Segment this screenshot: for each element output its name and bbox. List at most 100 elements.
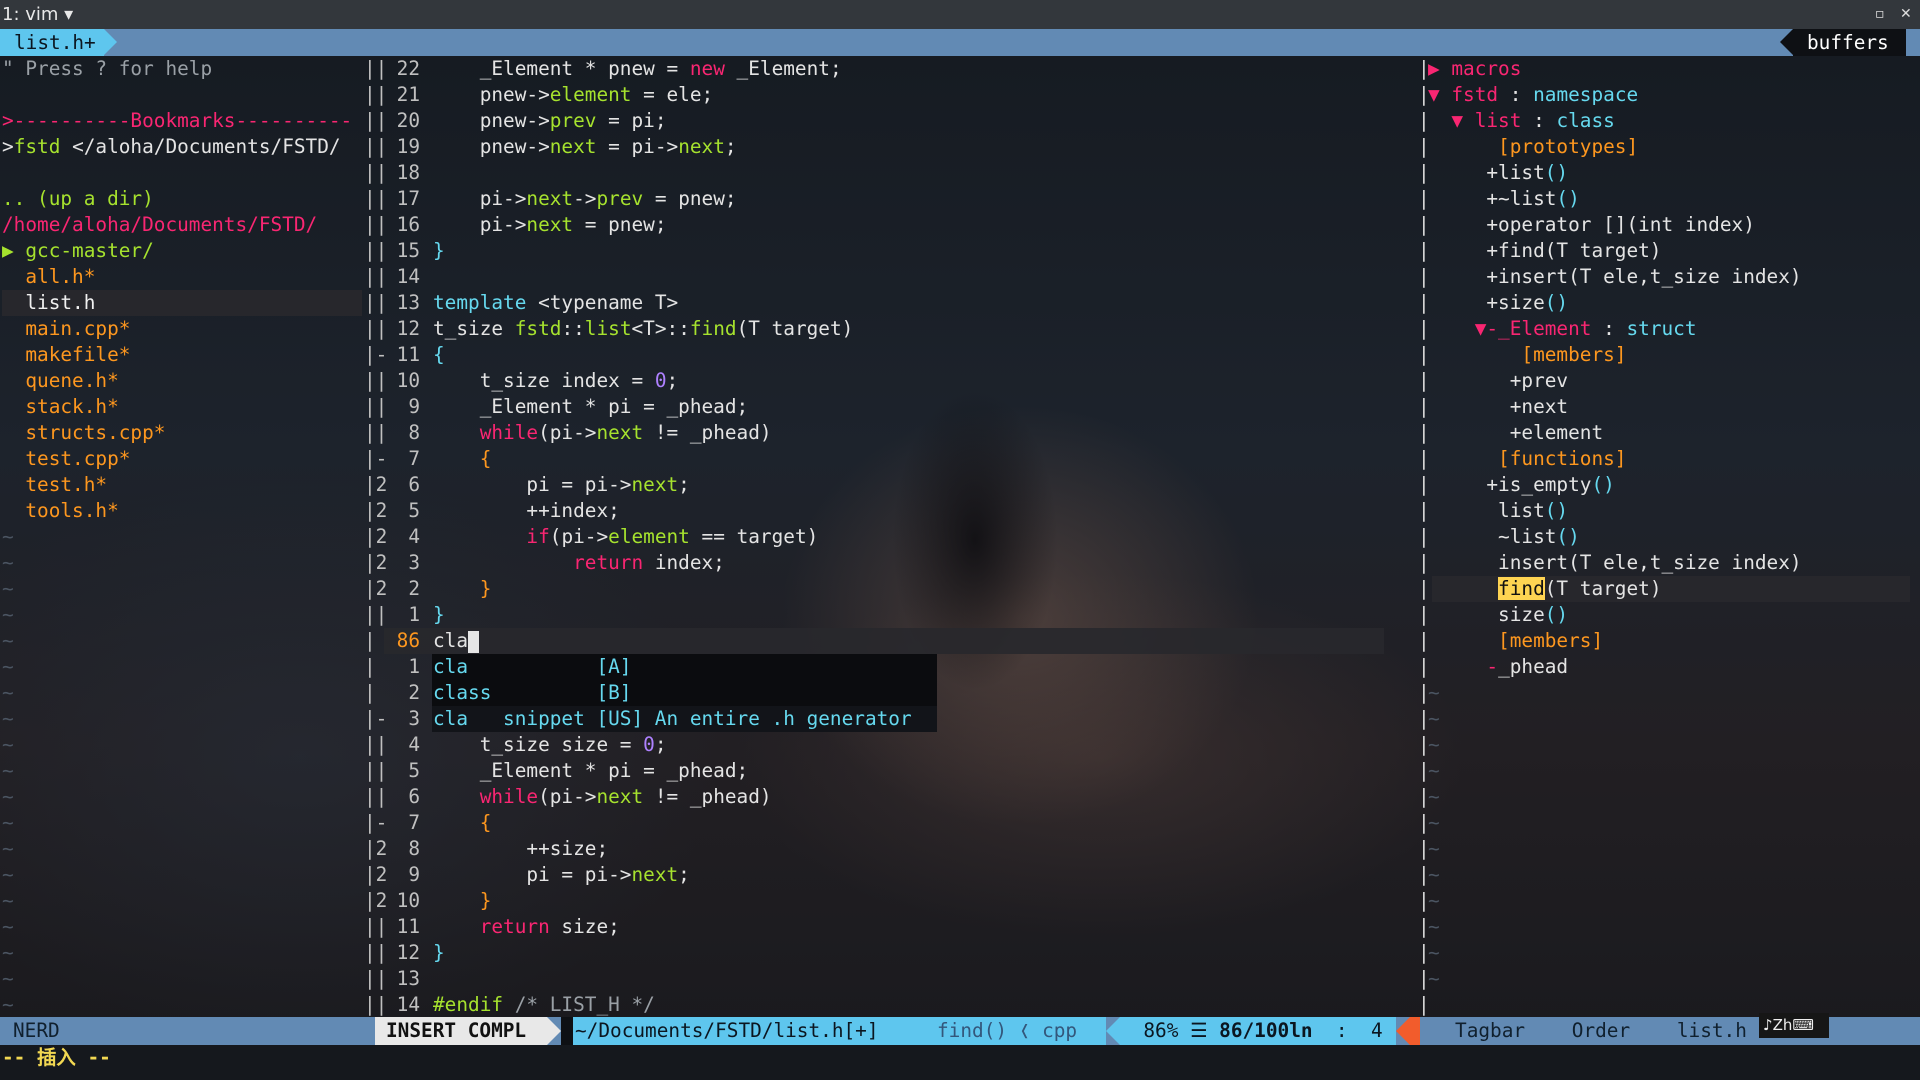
tag-item[interactable]: ~list() xyxy=(1428,524,1580,550)
up-dir[interactable]: .. (up a dir) xyxy=(2,186,154,212)
tag-item[interactable]: [prototypes] xyxy=(1428,134,1638,160)
code-line[interactable]: { xyxy=(433,446,492,472)
tab-list-h[interactable]: list.h+ xyxy=(0,29,104,56)
empty-line-tilde: ~ xyxy=(1428,681,1440,704)
code-token: : xyxy=(1591,317,1627,340)
code-line[interactable]: pnew->next = pi->next; xyxy=(433,134,737,160)
split-separator[interactable]: | xyxy=(1418,992,1430,1018)
empty-line-tilde: ~ xyxy=(2,707,14,730)
code-line[interactable]: pi->next->prev = pnew; xyxy=(433,186,737,212)
code-line[interactable]: while(pi->next != _phead) xyxy=(433,784,772,810)
tag-item[interactable]: +prev xyxy=(1428,368,1568,394)
tag-item[interactable]: ▼ list : class xyxy=(1428,108,1614,134)
file-item[interactable]: list.h xyxy=(2,290,362,316)
tag-item[interactable]: list() xyxy=(1428,498,1568,524)
code-token: (T target) xyxy=(1544,577,1662,600)
code-token: _Element * pi = _phead; xyxy=(433,759,749,782)
code-line[interactable]: _Element * pnew = new _Element; xyxy=(433,56,842,82)
statusline: NERD INSERT COMPL ~/Documents/FSTD/list.… xyxy=(0,1013,1920,1045)
completion-item[interactable]: cla [A] xyxy=(433,654,631,680)
code-line[interactable]: t_size size = 0; xyxy=(433,732,667,758)
tag-item[interactable]: find(T target) xyxy=(1428,576,1662,602)
code-line[interactable]: } xyxy=(433,940,445,966)
file-item[interactable]: quene.h* xyxy=(2,368,118,394)
code-token: #endif xyxy=(433,993,504,1016)
tag-item[interactable]: -_phead xyxy=(1428,654,1568,680)
empty-line-tilde: ~ xyxy=(2,551,14,574)
empty-line-tilde: ~ xyxy=(1428,837,1440,860)
restore-icon[interactable]: ▫ xyxy=(1875,0,1885,29)
window-title[interactable]: 1: vim ▾ xyxy=(2,0,73,29)
tag-item[interactable]: ▶ macros xyxy=(1428,56,1521,82)
file-item[interactable]: stack.h* xyxy=(2,394,118,420)
code-line[interactable]: pi = pi->next; xyxy=(433,862,689,888)
code-line[interactable]: return size; xyxy=(433,914,620,940)
file-item[interactable]: main.cpp* xyxy=(2,316,130,342)
code-line[interactable]: #endif /* LIST_H */ xyxy=(433,992,655,1018)
code-line[interactable]: pi->next = pnew; xyxy=(433,212,667,238)
code-token: } xyxy=(433,889,492,912)
code-line[interactable]: t_size index = 0; xyxy=(433,368,679,394)
tag-item[interactable]: ▼-_Element : struct xyxy=(1428,316,1697,342)
code-line[interactable]: pi = pi->next; xyxy=(433,472,689,498)
bookmark-fstd[interactable]: >fstd </aloha/Documents/FSTD/ xyxy=(2,134,341,160)
code-line[interactable]: } xyxy=(433,576,492,602)
close-icon[interactable]: ✕ xyxy=(1900,0,1912,29)
tag-item[interactable]: [functions] xyxy=(1428,446,1626,472)
tag-item[interactable]: size() xyxy=(1428,602,1568,628)
code-line[interactable]: template <typename T> xyxy=(433,290,678,316)
tag-item[interactable]: +next xyxy=(1428,394,1568,420)
tag-item[interactable]: +operator [](int index) xyxy=(1428,212,1755,238)
code-line[interactable]: if(pi->element == target) xyxy=(433,524,818,550)
code-line[interactable]: cla xyxy=(433,628,480,654)
code-line[interactable]: ++index; xyxy=(433,498,619,524)
tag-item[interactable]: +list() xyxy=(1428,160,1568,186)
file-item[interactable]: test.cpp* xyxy=(2,446,130,472)
code-line[interactable]: pnew->prev = pi; xyxy=(433,108,667,134)
code-line[interactable]: return index; xyxy=(433,550,725,576)
buffers-label[interactable]: buffers xyxy=(1793,29,1906,56)
code-line[interactable]: ++size; xyxy=(433,836,608,862)
empty-line-tilde: ~ xyxy=(2,967,14,990)
status-pos-arrow xyxy=(1106,1017,1120,1045)
tag-item[interactable]: +~list() xyxy=(1428,186,1579,212)
code-line[interactable]: while(pi->next != _phead) xyxy=(433,420,772,446)
tag-item[interactable]: +is_empty() xyxy=(1428,472,1614,498)
code-line[interactable]: _Element * pi = _phead; xyxy=(433,394,749,420)
code-line[interactable]: } xyxy=(433,888,492,914)
completion-item[interactable]: class [B] xyxy=(433,680,631,706)
empty-line-tilde: ~ xyxy=(2,915,14,938)
code-line[interactable]: pnew->element = ele; xyxy=(433,82,714,108)
code-line[interactable]: } xyxy=(433,602,445,628)
tag-item[interactable]: [members] xyxy=(1428,628,1603,654)
code-line[interactable]: t_size fstd::list<T>::find(T target) xyxy=(433,316,853,342)
code-line[interactable]: _Element * pi = _phead; xyxy=(433,758,749,784)
lines-icon: ☰ xyxy=(1190,1019,1208,1042)
code-token: next xyxy=(526,187,574,210)
code-line[interactable]: } xyxy=(433,238,445,264)
tag-item[interactable]: +element xyxy=(1428,420,1603,446)
ime-indicator[interactable]: ♪Zh⌨ xyxy=(1759,1013,1829,1038)
code-line[interactable]: { xyxy=(433,810,492,836)
tag-item[interactable]: +find(T target) xyxy=(1428,238,1661,264)
tag-item[interactable]: insert(T ele,t_size index) xyxy=(1428,550,1802,576)
tag-item[interactable]: +size() xyxy=(1428,290,1568,316)
tag-item[interactable]: ▼ fstd : namespace xyxy=(1428,82,1638,108)
code-token: } xyxy=(433,941,445,964)
tag-item[interactable]: +insert(T ele,t_size index) xyxy=(1428,264,1801,290)
code-line[interactable]: { xyxy=(433,342,445,368)
code-token: pnew-> xyxy=(433,135,550,158)
cwd-path[interactable]: /home/aloha/Documents/FSTD/ xyxy=(2,212,317,238)
status-file: ~/Documents/FSTD/list.h[+] xyxy=(573,1017,927,1045)
file-item[interactable]: all.h* xyxy=(2,264,95,290)
file-item[interactable]: makefile* xyxy=(2,342,130,368)
completion-item[interactable]: cla snippet [US] An entire .h generator xyxy=(433,706,912,732)
line-number: 10 xyxy=(396,889,420,912)
code-token: +element xyxy=(1428,421,1604,444)
file-item[interactable]: test.h* xyxy=(2,472,107,498)
terminal-titlebar: 1: vim ▾ ▫ ✕ xyxy=(0,0,1920,29)
file-item[interactable]: structs.cpp* xyxy=(2,420,165,446)
file-item[interactable]: tools.h* xyxy=(2,498,118,524)
folder-gcc-master[interactable]: ▶ gcc-master/ xyxy=(2,238,154,264)
tag-item[interactable]: [members] xyxy=(1428,342,1626,368)
